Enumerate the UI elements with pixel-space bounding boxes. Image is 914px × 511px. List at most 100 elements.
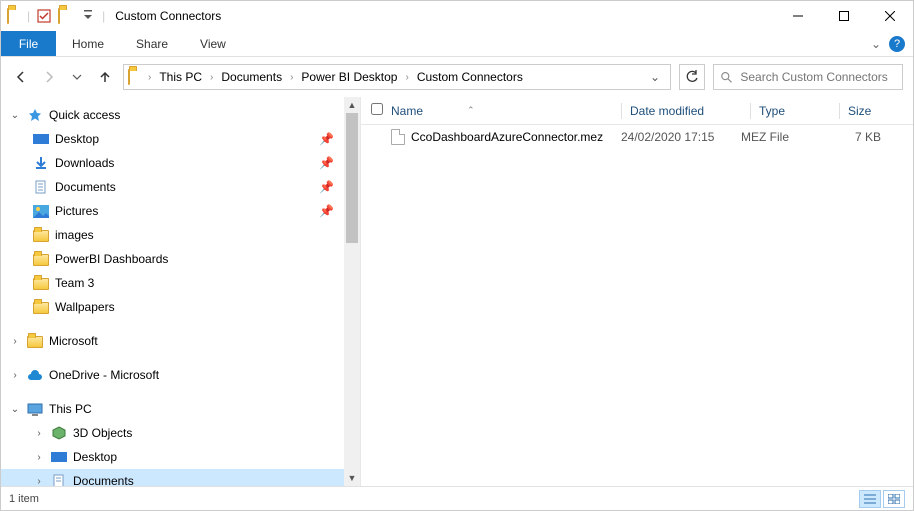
nav-forward-button[interactable] <box>39 67 59 87</box>
ribbon-menu: File Home Share View ⌄ ? <box>1 31 913 57</box>
breadcrumb-connectors[interactable]: Custom Connectors <box>413 70 527 84</box>
chevron-right-icon[interactable]: › <box>33 452 45 463</box>
address-dropdown-button[interactable]: ⌄ <box>644 70 666 84</box>
qat-new-folder-button[interactable] <box>58 8 74 24</box>
ribbon-expand-button[interactable]: ⌄ <box>871 37 881 51</box>
tab-file[interactable]: File <box>1 31 56 56</box>
star-icon <box>27 107 43 123</box>
tree-powerbi-dashboards[interactable]: PowerBI Dashboards <box>1 247 344 271</box>
file-name: CcoDashboardAzureConnector.mez <box>411 130 603 144</box>
breadcrumb-separator[interactable]: › <box>403 72 410 83</box>
tree-label: Desktop <box>73 450 344 464</box>
tree-images[interactable]: images <box>1 223 344 247</box>
status-text: 1 item <box>9 493 39 505</box>
downloads-icon <box>33 155 49 171</box>
search-input[interactable] <box>740 70 896 84</box>
documents-icon <box>33 179 49 195</box>
chevron-right-icon[interactable]: › <box>33 428 45 439</box>
pin-icon: 📌 <box>319 180 344 194</box>
tree-label: 3D Objects <box>73 426 344 440</box>
sort-indicator-icon: ⌃ <box>467 105 475 116</box>
nav-up-button[interactable] <box>95 67 115 87</box>
tab-view[interactable]: View <box>184 31 242 56</box>
cloud-icon <box>27 367 43 383</box>
column-type[interactable]: Type <box>759 104 839 118</box>
maximize-button[interactable] <box>821 1 867 31</box>
separator: | <box>102 9 105 23</box>
window-title: Custom Connectors <box>115 9 221 23</box>
tree-microsoft[interactable]: › Microsoft <box>1 329 344 353</box>
file-icon <box>391 129 405 145</box>
breadcrumb-separator[interactable]: › <box>208 72 215 83</box>
desktop-icon <box>51 449 67 465</box>
file-row[interactable]: CcoDashboardAzureConnector.mez 24/02/202… <box>361 125 913 149</box>
column-name[interactable]: Name⌃ <box>391 104 621 118</box>
scroll-down-button[interactable]: ▼ <box>344 470 360 486</box>
tree-team3[interactable]: Team 3 <box>1 271 344 295</box>
nav-back-button[interactable] <box>11 67 31 87</box>
breadcrumb-separator[interactable]: › <box>146 72 153 83</box>
tree-pc-desktop[interactable]: › Desktop <box>1 445 344 469</box>
address-bar[interactable]: › This PC › Documents › Power BI Desktop… <box>123 64 671 90</box>
refresh-button[interactable] <box>679 64 705 90</box>
folder-icon <box>33 251 49 267</box>
breadcrumb-powerbi[interactable]: Power BI Desktop <box>297 70 401 84</box>
tab-share[interactable]: Share <box>120 31 184 56</box>
tree-label: Quick access <box>49 108 344 122</box>
tree-label: Pictures <box>55 204 313 218</box>
pictures-icon <box>33 203 49 219</box>
view-icons-button[interactable] <box>883 490 905 508</box>
tree-label: Wallpapers <box>55 300 344 314</box>
chevron-right-icon[interactable]: › <box>9 336 21 347</box>
minimize-button[interactable] <box>775 1 821 31</box>
desktop-icon <box>33 131 49 147</box>
separator: | <box>27 9 30 23</box>
tree-label: PowerBI Dashboards <box>55 252 344 266</box>
tree-scrollbar[interactable]: ▲ ▼ <box>344 97 360 486</box>
folder-icon <box>7 8 23 24</box>
tree-pc-documents[interactable]: ›Documents <box>1 469 344 486</box>
tree-documents[interactable]: Documents📌 <box>1 175 344 199</box>
tab-home[interactable]: Home <box>56 31 120 56</box>
breadcrumb-separator[interactable]: › <box>288 72 295 83</box>
tree-label: Microsoft <box>49 334 344 348</box>
chevron-down-icon[interactable]: ⌄ <box>9 404 21 415</box>
tree-label: OneDrive - Microsoft <box>49 368 344 382</box>
column-headers: Name⌃ Date modified Type Size <box>361 97 913 125</box>
tree-onedrive[interactable]: › OneDrive - Microsoft <box>1 363 344 387</box>
tree-this-pc[interactable]: ⌄This PC <box>1 397 344 421</box>
column-size[interactable]: Size <box>848 104 908 118</box>
main-area: ⌄ Quick access Desktop📌 Downloads📌 Docum… <box>1 97 913 486</box>
scroll-thumb[interactable] <box>346 113 358 243</box>
folder-icon <box>128 69 144 85</box>
chevron-right-icon[interactable]: › <box>33 476 45 487</box>
tree-label: Team 3 <box>55 276 344 290</box>
tree-wallpapers[interactable]: Wallpapers <box>1 295 344 319</box>
close-button[interactable] <box>867 1 913 31</box>
breadcrumb-documents[interactable]: Documents <box>217 70 286 84</box>
select-all-checkbox[interactable] <box>371 103 383 115</box>
chevron-down-icon[interactable]: ⌄ <box>9 110 21 121</box>
qat-properties-button[interactable] <box>34 5 54 27</box>
nav-recent-button[interactable] <box>67 67 87 87</box>
file-size: 7 KB <box>821 130 881 144</box>
3d-icon <box>51 425 67 441</box>
help-button[interactable]: ? <box>889 36 905 52</box>
tree-desktop[interactable]: Desktop📌 <box>1 127 344 151</box>
view-details-button[interactable] <box>859 490 881 508</box>
search-icon <box>720 70 732 84</box>
tree-quick-access[interactable]: ⌄ Quick access <box>1 103 344 127</box>
navigation-row: › This PC › Documents › Power BI Desktop… <box>1 57 913 97</box>
tree-pictures[interactable]: Pictures 📌 <box>1 199 344 223</box>
qat-customize-button[interactable] <box>78 5 98 27</box>
chevron-right-icon[interactable]: › <box>9 370 21 381</box>
navigation-tree: ⌄ Quick access Desktop📌 Downloads📌 Docum… <box>1 97 344 486</box>
breadcrumb-this-pc[interactable]: This PC <box>155 70 206 84</box>
search-box[interactable] <box>713 64 903 90</box>
scroll-up-button[interactable]: ▲ <box>344 97 360 113</box>
column-date[interactable]: Date modified <box>630 104 750 118</box>
pin-icon: 📌 <box>319 204 344 218</box>
folder-icon <box>27 333 43 349</box>
tree-3d-objects[interactable]: › 3D Objects <box>1 421 344 445</box>
tree-downloads[interactable]: Downloads📌 <box>1 151 344 175</box>
